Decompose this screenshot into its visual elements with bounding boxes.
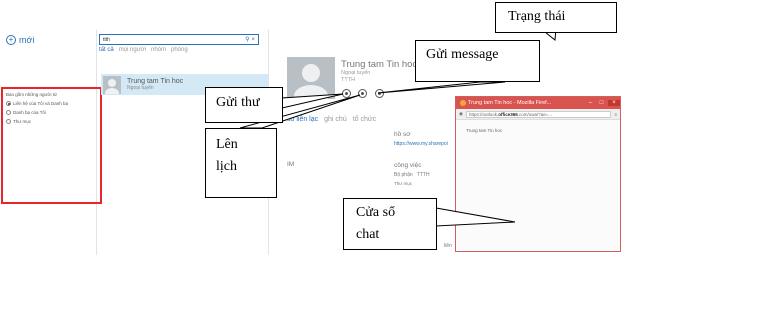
callout-mail: Gửi thư xyxy=(205,87,283,123)
callout-schedule-line2: lịch xyxy=(216,159,237,174)
callout-chat-line2: chat xyxy=(356,227,380,242)
callout-message-text: Gửi message xyxy=(426,47,499,62)
callout-mail-text: Gửi thư xyxy=(216,95,260,110)
mail-arrow xyxy=(281,93,344,109)
callout-schedule: Lên lịch xyxy=(205,128,277,198)
callout-status-text: Trạng thái xyxy=(508,9,566,24)
callout-chat: Cửa sổ chat xyxy=(343,198,437,250)
callout-status: Trạng thái xyxy=(495,2,617,33)
callout-message: Gửi message xyxy=(415,40,540,82)
chat-arrow xyxy=(435,207,516,227)
callout-arrows xyxy=(239,27,557,227)
callout-schedule-line1: Lên xyxy=(216,137,238,152)
message-arrow xyxy=(377,81,506,94)
callout-chat-line1: Cửa sổ xyxy=(356,205,396,220)
